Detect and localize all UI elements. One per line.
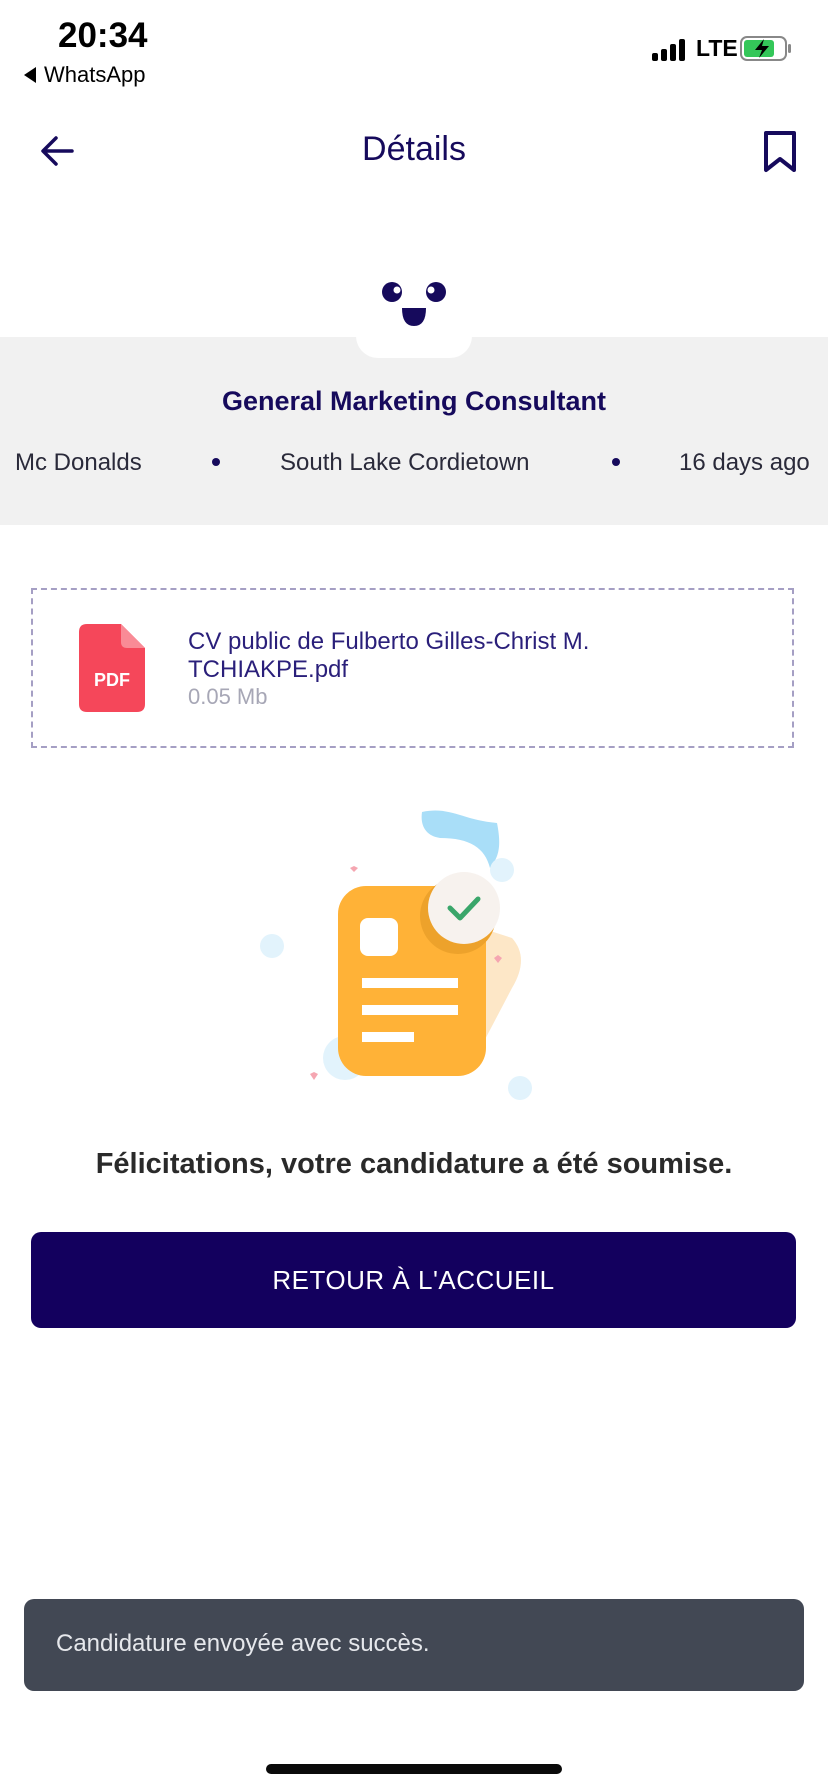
file-name: CV public de Fulberto Gilles-Christ M. T… <box>188 628 590 683</box>
home-indicator[interactable] <box>266 1764 562 1774</box>
company-logo-icon <box>382 282 446 326</box>
application-submitted-illustration <box>260 810 532 1100</box>
company-name: Mc Donalds <box>15 449 142 476</box>
separator-dot <box>212 458 220 466</box>
success-message: Félicitations, votre candidature a été s… <box>95 1148 733 1180</box>
back-to-app-link[interactable]: WhatsApp <box>24 62 146 88</box>
job-location: South Lake Cordietown <box>280 449 530 476</box>
bookmark-icon[interactable] <box>762 130 798 174</box>
back-to-home-button[interactable]: RETOUR À L'ACCUEIL <box>31 1232 796 1328</box>
snackbar-message: Candidature envoyée avec succès. <box>56 1630 430 1657</box>
network-type: LTE <box>696 35 738 61</box>
pdf-file-icon: PDF <box>79 624 145 712</box>
back-triangle-icon <box>24 67 36 83</box>
separator-dot <box>612 458 620 466</box>
page-title: Détails <box>362 130 466 168</box>
pdf-label: PDF <box>94 670 130 690</box>
job-header-band <box>0 337 828 525</box>
file-size: 0.05 Mb <box>188 684 268 709</box>
posted-date: 16 days ago <box>679 449 810 476</box>
signal-icon <box>652 37 685 61</box>
back-app-label: WhatsApp <box>44 62 146 87</box>
status-time: 20:34 <box>58 16 148 55</box>
battery-charging-icon <box>740 36 791 61</box>
job-title: General Marketing Consultant <box>221 386 607 416</box>
